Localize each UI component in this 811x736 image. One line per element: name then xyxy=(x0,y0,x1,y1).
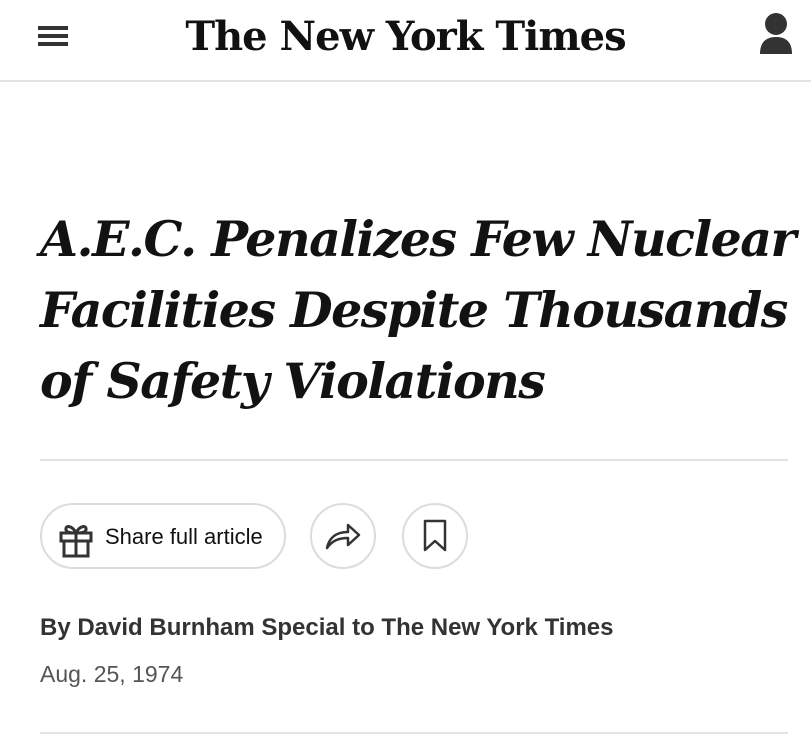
person-icon xyxy=(760,13,792,54)
masthead-logo[interactable]: The New York Times xyxy=(0,8,811,66)
share-full-article-label: Share full article xyxy=(105,524,263,549)
save-button[interactable] xyxy=(402,503,468,569)
article-headline: A.E.C. Penalizes Few Nuclear Facilities … xyxy=(40,210,796,410)
share-arrow-icon xyxy=(325,523,361,550)
byline: By David Burnham Special to The New York… xyxy=(40,614,614,641)
divider xyxy=(40,459,788,461)
share-full-article-button[interactable]: Share full article xyxy=(40,503,286,569)
bookmark-icon xyxy=(423,519,447,552)
share-button[interactable] xyxy=(310,503,376,569)
publish-date: Aug. 25, 1974 xyxy=(40,661,184,687)
gift-icon xyxy=(59,525,93,558)
divider xyxy=(40,732,788,734)
account-button[interactable] xyxy=(756,12,796,56)
top-bar: The New York Times xyxy=(0,0,811,82)
